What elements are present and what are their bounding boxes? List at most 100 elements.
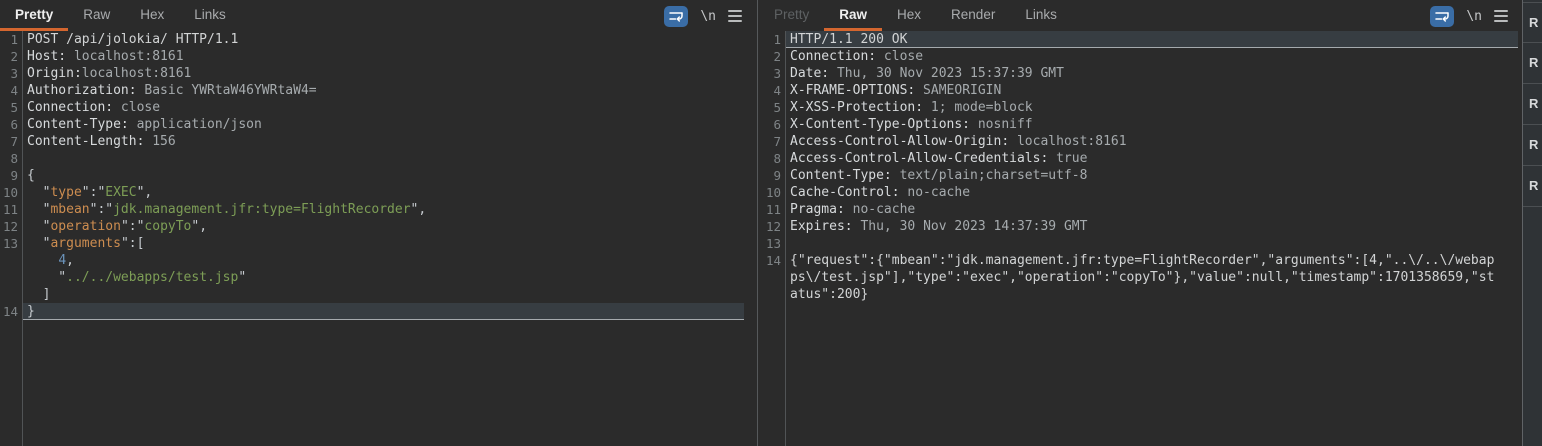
tab-links[interactable]: Links <box>179 0 241 31</box>
inspector-section-tab[interactable]: R <box>1523 84 1542 125</box>
code-line: 13 "arguments":[ <box>0 235 757 252</box>
line-number: 9 <box>0 167 22 184</box>
line-number: 6 <box>0 116 22 133</box>
line-number: 5 <box>0 99 22 116</box>
code-line: ] <box>0 286 757 303</box>
newline-toggle-button[interactable]: \n <box>1466 9 1482 24</box>
line-content: Expires: Thu, 30 Nov 2023 14:37:39 GMT <box>785 218 1521 235</box>
line-content: "operation":"copyTo", <box>22 218 757 235</box>
request-tabbar: PrettyRawHexLinks <box>0 0 757 31</box>
word-wrap-icon <box>668 9 684 24</box>
line-content: Host: localhost:8161 <box>22 48 757 65</box>
line-content: } <box>22 303 744 320</box>
code-line: 14} <box>0 303 757 320</box>
code-line: 12 "operation":"copyTo", <box>0 218 757 235</box>
code-line: 14{"request":{"mbean":"jdk.management.jf… <box>759 252 1521 269</box>
inspector-section-tab[interactable]: R <box>1523 125 1542 166</box>
tab-hex[interactable]: Hex <box>125 0 179 31</box>
line-number: 14 <box>0 303 22 320</box>
request-toolbar: \n <box>664 5 742 27</box>
word-wrap-toggle-button[interactable] <box>1430 6 1454 27</box>
line-number: 11 <box>0 201 22 218</box>
code-line: 11Pragma: no-cache <box>759 201 1521 218</box>
line-number: 10 <box>759 184 785 201</box>
line-content: HTTP/1.1 200 OK <box>785 31 1518 48</box>
code-line: "../../webapps/test.jsp" <box>0 269 757 286</box>
line-number <box>0 286 22 303</box>
request-panel: PrettyRawHexLinks \n 1POST /api/jolokia/… <box>0 0 758 446</box>
line-number: 14 <box>759 252 785 269</box>
code-line: 8 <box>0 150 757 167</box>
line-content: Content-Length: 156 <box>22 133 757 150</box>
response-editor-text-area[interactable]: 1HTTP/1.1 200 OK2Connection: close3Date:… <box>759 31 1521 446</box>
line-content: Access-Control-Allow-Origin: localhost:8… <box>785 133 1521 150</box>
tab-pretty[interactable]: Pretty <box>0 0 68 31</box>
line-number: 13 <box>759 235 785 252</box>
line-number: 2 <box>0 48 22 65</box>
line-content: { <box>22 167 757 184</box>
code-line: 5Connection: close <box>0 99 757 116</box>
hamburger-menu-button[interactable] <box>1494 10 1508 22</box>
code-line: 3Origin:localhost:8161 <box>0 65 757 82</box>
tab-links[interactable]: Links <box>1010 0 1072 31</box>
response-panel: PrettyRawHexRenderLinks \n 1HTTP/1.1 200… <box>759 0 1521 446</box>
code-line: 8Access-Control-Allow-Credentials: true <box>759 150 1521 167</box>
line-number <box>0 252 22 269</box>
line-number: 13 <box>0 235 22 252</box>
line-content: Connection: close <box>785 48 1521 65</box>
line-content: "arguments":[ <box>22 235 757 252</box>
code-line: 6X-Content-Type-Options: nosniff <box>759 116 1521 133</box>
line-content: "type":"EXEC", <box>22 184 757 201</box>
inspector-section-tab[interactable]: R <box>1523 166 1542 207</box>
inspector-section-tab[interactable]: R <box>1523 2 1542 43</box>
line-number: 5 <box>759 99 785 116</box>
inspector-sidebar-collapsed: RRRRR <box>1522 0 1542 446</box>
line-content: Pragma: no-cache <box>785 201 1521 218</box>
hamburger-menu-button[interactable] <box>728 10 742 22</box>
line-content: 4, <box>22 252 757 269</box>
line-number: 12 <box>759 218 785 235</box>
newline-toggle-button[interactable]: \n <box>700 9 716 24</box>
line-number: 9 <box>759 167 785 184</box>
code-line: 2Connection: close <box>759 48 1521 65</box>
line-content: Content-Type: text/plain;charset=utf-8 <box>785 167 1521 184</box>
inspector-section-tab[interactable]: R <box>1523 43 1542 84</box>
line-number: 3 <box>0 65 22 82</box>
code-line: 1HTTP/1.1 200 OK <box>759 31 1521 48</box>
line-content: "mbean":"jdk.management.jfr:type=FlightR… <box>22 201 757 218</box>
line-number <box>0 269 22 286</box>
code-line: 7Access-Control-Allow-Origin: localhost:… <box>759 133 1521 150</box>
tab-render[interactable]: Render <box>936 0 1010 31</box>
code-line: 2Host: localhost:8161 <box>0 48 757 65</box>
line-number: 3 <box>759 65 785 82</box>
line-content: {"request":{"mbean":"jdk.management.jfr:… <box>785 252 1521 269</box>
code-line: ps\/test.jsp"],"type":"exec","operation"… <box>759 269 1521 286</box>
line-content: Connection: close <box>22 99 757 116</box>
line-content: ] <box>22 286 757 303</box>
line-number: 8 <box>0 150 22 167</box>
tab-hex[interactable]: Hex <box>882 0 936 31</box>
request-editor-text-area[interactable]: 1POST /api/jolokia/ HTTP/1.12Host: local… <box>0 31 757 446</box>
word-wrap-toggle-button[interactable] <box>664 6 688 27</box>
line-content <box>22 150 757 167</box>
line-number: 1 <box>759 31 785 48</box>
code-line: 4, <box>0 252 757 269</box>
line-content: ps\/test.jsp"],"type":"exec","operation"… <box>785 269 1521 286</box>
code-line: 1POST /api/jolokia/ HTTP/1.1 <box>0 31 757 48</box>
line-number: 7 <box>0 133 22 150</box>
line-content: POST /api/jolokia/ HTTP/1.1 <box>22 31 757 48</box>
tab-raw[interactable]: Raw <box>824 0 882 31</box>
line-content: Authorization: Basic YWRtaW46YWRtaW4= <box>22 82 757 99</box>
line-content <box>785 235 1521 252</box>
code-line: 9Content-Type: text/plain;charset=utf-8 <box>759 167 1521 184</box>
line-content: Content-Type: application/json <box>22 116 757 133</box>
line-content: Cache-Control: no-cache <box>785 184 1521 201</box>
response-toolbar: \n <box>1430 5 1508 27</box>
line-content: "../../webapps/test.jsp" <box>22 269 757 286</box>
line-number: 7 <box>759 133 785 150</box>
tab-pretty[interactable]: Pretty <box>759 0 824 31</box>
line-number: 4 <box>0 82 22 99</box>
line-number: 6 <box>759 116 785 133</box>
code-line: 13 <box>759 235 1521 252</box>
tab-raw[interactable]: Raw <box>68 0 125 31</box>
